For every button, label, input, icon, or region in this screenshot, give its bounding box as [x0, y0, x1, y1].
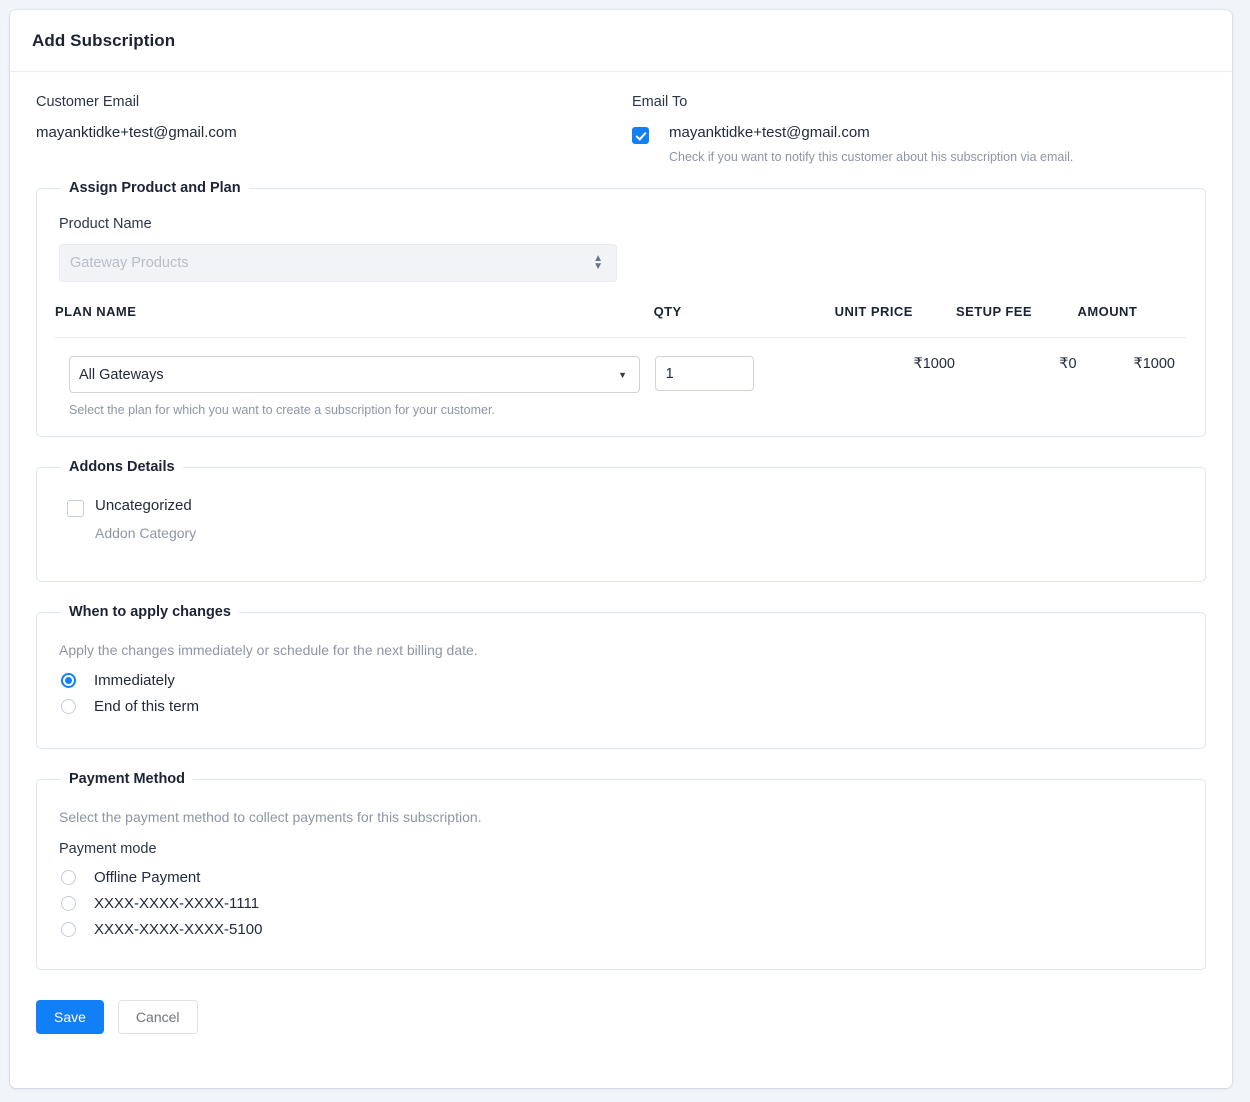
radio-offline-payment-control[interactable] [61, 870, 76, 885]
qty-cell [654, 338, 835, 419]
when-to-apply-legend: When to apply changes [69, 604, 231, 620]
customer-email-label: Customer Email [36, 94, 140, 110]
addon-item: Uncategorized Addon Category [67, 497, 1187, 541]
payment-method-section: Payment Method Select the payment method… [36, 771, 1206, 970]
card-body: Customer Email mayanktidke+test@gmail.co… [10, 72, 1232, 970]
radio-end-of-term[interactable]: End of this term [61, 698, 1187, 715]
plan-cell: All Gateways ▼ Select the plan for which… [55, 338, 654, 419]
payment-method-description: Select the payment method to collect pay… [59, 809, 482, 825]
column-header-setup-fee: SETUP FEE [956, 304, 1078, 338]
radio-offline-payment-label: Offline Payment [94, 869, 201, 886]
radio-card-1111-control[interactable] [61, 896, 76, 911]
radio-offline-payment[interactable]: Offline Payment [61, 869, 1187, 886]
page-title: Add Subscription [32, 30, 176, 50]
addon-uncategorized-checkbox[interactable] [67, 500, 84, 517]
addon-uncategorized-label: Uncategorized [95, 497, 192, 514]
addon-checkbox-row[interactable]: Uncategorized [67, 497, 1187, 517]
cancel-button[interactable]: Cancel [117, 1000, 198, 1034]
unit-price-value: ₹1000 [913, 356, 955, 372]
customer-email-block: Customer Email mayanktidke+test@gmail.co… [36, 94, 632, 164]
save-button[interactable]: Save [36, 1000, 104, 1034]
plan-table-header-row: PLAN NAME QTY UNIT PRICE SETUP FEE AMOUN… [55, 304, 1187, 338]
form-footer: Save Cancel [10, 992, 1232, 1034]
column-header-amount: AMOUNT [1077, 304, 1187, 338]
addons-details-section: Addons Details Uncategorized Addon Categ… [36, 459, 1206, 582]
addons-details-legend: Addons Details [69, 459, 175, 475]
radio-card-1111-label: XXXX-XXXX-XXXX-1111 [94, 895, 260, 912]
email-to-checkbox-label: mayanktidke+test@gmail.com [669, 124, 870, 141]
when-to-apply-description: Apply the changes immediately or schedul… [59, 642, 478, 658]
radio-immediately[interactable]: Immediately [61, 672, 1187, 689]
qty-input[interactable] [654, 356, 754, 391]
product-select-wrapper[interactable]: Gateway Products ▲ ▼ [55, 244, 617, 282]
radio-card-1111[interactable]: XXXX-XXXX-XXXX-1111 [61, 895, 1187, 912]
radio-immediately-control[interactable] [61, 673, 76, 688]
email-to-block: Email To mayanktidke+test@gmail.com Chec… [632, 94, 1206, 164]
plan-name-select[interactable]: All Gateways [69, 356, 640, 393]
customer-email-row: Customer Email mayanktidke+test@gmail.co… [36, 94, 1206, 180]
plan-table: PLAN NAME QTY UNIT PRICE SETUP FEE AMOUN… [55, 304, 1187, 418]
radio-immediately-label: Immediately [94, 672, 175, 689]
radio-end-of-term-label: End of this term [94, 698, 200, 715]
amount-value: ₹1000 [1133, 356, 1175, 372]
table-row: All Gateways ▼ Select the plan for which… [55, 338, 1187, 419]
product-name-select[interactable]: Gateway Products [59, 244, 617, 282]
page-background: Add Subscription Customer Email mayankti… [0, 0, 1250, 1102]
column-header-qty: QTY [653, 304, 835, 338]
email-to-help-text: Check if you want to notify this custome… [669, 150, 1074, 164]
email-to-checkbox[interactable] [632, 127, 649, 144]
customer-email-value: mayanktidke+test@gmail.com [36, 124, 237, 141]
product-name-label: Product Name [59, 216, 152, 232]
card-header: Add Subscription [10, 10, 1232, 72]
radio-end-of-term-control[interactable] [61, 699, 76, 714]
payment-mode-label: Payment mode [59, 841, 157, 857]
column-header-plan-name: PLAN NAME [55, 304, 654, 338]
email-to-checkbox-row[interactable]: mayanktidke+test@gmail.com [632, 124, 1206, 144]
radio-card-5100-control[interactable] [61, 922, 76, 937]
add-subscription-card: Add Subscription Customer Email mayankti… [10, 10, 1232, 1088]
plan-select-wrapper[interactable]: All Gateways ▼ [69, 356, 640, 393]
assign-product-legend: Assign Product and Plan [69, 180, 241, 196]
email-to-label: Email To [632, 94, 688, 110]
plan-help-text: Select the plan for which you want to cr… [69, 403, 495, 417]
when-to-apply-changes-section: When to apply changes Apply the changes … [36, 604, 1206, 749]
radio-card-5100-label: XXXX-XXXX-XXXX-5100 [94, 921, 263, 938]
assign-product-and-plan-section: Assign Product and Plan Product Name Gat… [36, 180, 1206, 437]
radio-card-5100[interactable]: XXXX-XXXX-XXXX-5100 [61, 921, 1187, 938]
setup-fee-value: ₹0 [1059, 356, 1077, 372]
payment-method-legend: Payment Method [69, 771, 186, 787]
addon-category-sublabel: Addon Category [95, 525, 197, 541]
column-header-unit-price: UNIT PRICE [834, 304, 956, 338]
